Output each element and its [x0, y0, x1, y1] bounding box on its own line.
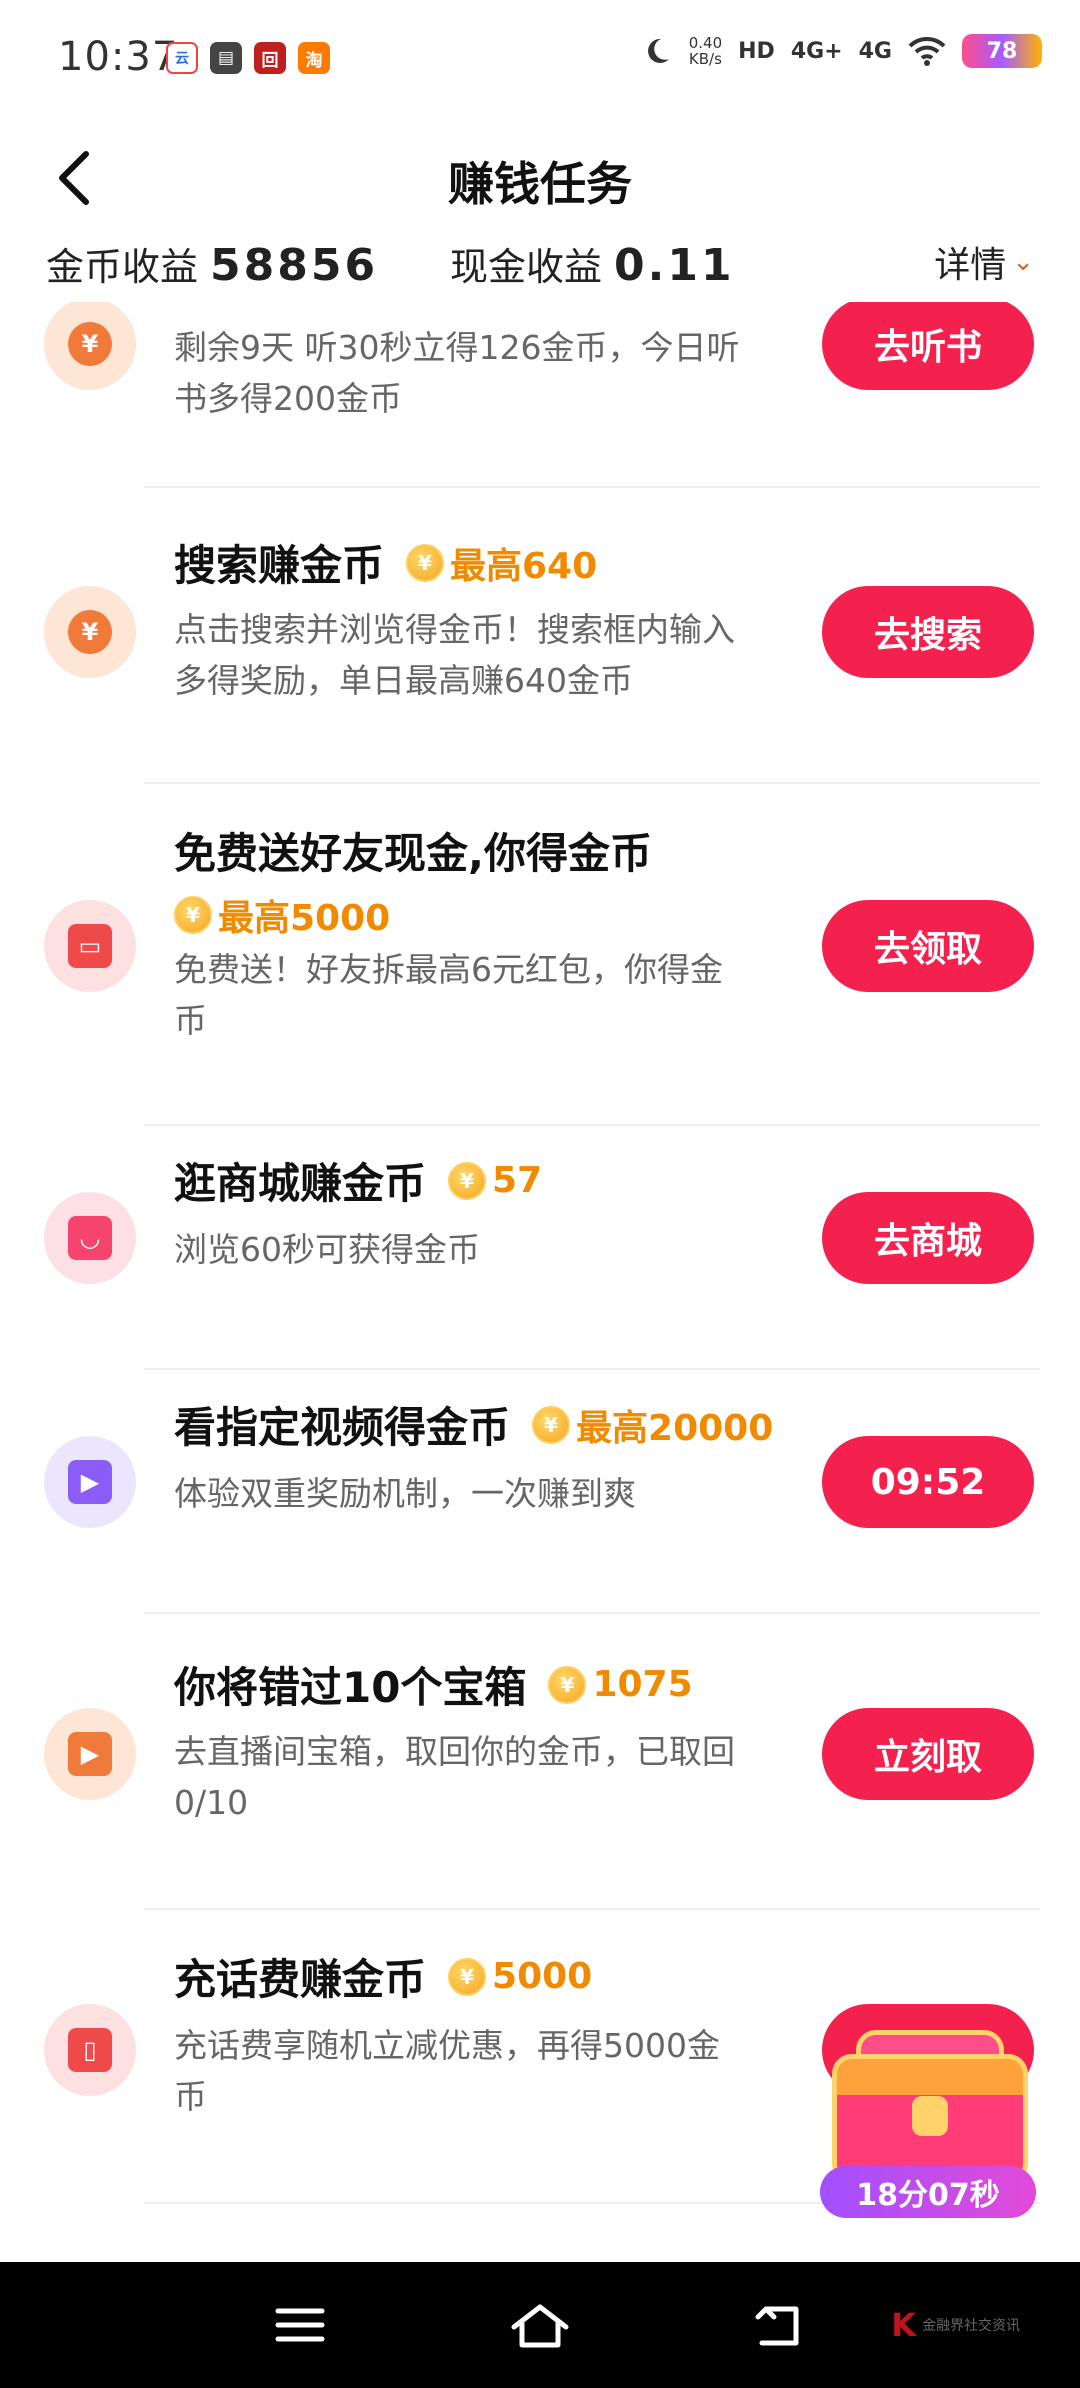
watermark: K 金融界社交资讯 — [891, 2306, 1020, 2344]
gold-coin-icon: ¥ — [174, 896, 212, 934]
claim-button[interactable]: 去领取 — [822, 900, 1034, 992]
divider — [144, 1368, 1040, 1370]
hd-icon: HD — [738, 38, 775, 64]
task-title: 充话费赚金币 — [174, 1955, 427, 2004]
reward-badge: ¥ 最高640 — [406, 537, 597, 589]
task-title: 搜索赚金币 — [174, 541, 385, 590]
wifi-icon — [908, 36, 946, 66]
cash-earnings-value: 0.11 — [614, 240, 735, 291]
divider — [144, 486, 1040, 488]
task-title: 免费送好友现金,你得金币 — [174, 829, 652, 878]
reward-badge: ¥ 最高5000 — [174, 889, 390, 941]
coin-earnings-value: 58856 — [210, 240, 379, 291]
task-title: 看指定视频得金币 — [174, 1403, 511, 1452]
coin-earnings: 金币收益 58856 — [46, 240, 379, 291]
home-icon — [511, 2304, 569, 2348]
status-time: 10:37 — [58, 34, 179, 80]
watermark-logo-icon: K — [891, 2306, 916, 2344]
divider — [144, 1612, 1040, 1614]
chevron-down-icon: ⌄ — [1012, 247, 1034, 277]
treasure-chest-widget[interactable]: 18分07秒 — [820, 2024, 1040, 2224]
back-arrow-icon — [755, 2306, 799, 2346]
menu-icon — [275, 2308, 325, 2342]
mall-button[interactable]: 去商城 — [822, 1192, 1034, 1284]
page-title: 赚钱任务 — [448, 157, 632, 211]
gold-coin-icon: ¥ — [548, 1665, 587, 1704]
red-envelope-icon: ▭ — [68, 924, 112, 968]
reward-badge: ¥ 最高20000 — [532, 1399, 773, 1451]
shopping-bag-icon: ◡ — [68, 1216, 112, 1260]
yuan-coin-icon: ¥ — [68, 322, 112, 366]
gold-coin-icon: ¥ — [532, 1405, 571, 1444]
chest-countdown: 18分07秒 — [820, 2166, 1036, 2218]
status-indicators: 0.40 KB/s HD 4G+ 4G 78 — [641, 34, 1042, 68]
search-button[interactable]: 去搜索 — [822, 586, 1034, 678]
divider — [144, 1124, 1040, 1126]
listen-book-button[interactable]: 去听书 — [822, 302, 1034, 390]
cash-earnings: 现金收益 0.11 — [450, 240, 735, 291]
reward-badge: ¥1075 — [548, 1664, 693, 1705]
reward-badge: ¥57 — [448, 1160, 542, 1201]
back-nav-button[interactable] — [740, 2292, 820, 2358]
card-app-icon: ▤ — [210, 42, 242, 74]
video-countdown-button[interactable]: 09:52 — [822, 1436, 1034, 1528]
battery-icon: 78 — [962, 34, 1042, 68]
network-speed: 0.40 KB/s — [688, 34, 723, 68]
taobao-app-icon: 淘 — [298, 42, 330, 74]
divider — [144, 782, 1040, 784]
yuan-coin-icon: ¥ — [68, 610, 112, 654]
divider — [144, 1908, 1040, 1910]
signal-4g-icon: 4G — [858, 38, 892, 64]
gold-coin-icon: ¥ — [448, 1957, 487, 1996]
signal-4g-plus-icon: 4G+ — [790, 38, 843, 64]
task-list[interactable]: ¥ 剩余9天 听30秒立得126金币，今日听 书多得200金币 去听书 ¥ 搜索… — [0, 302, 1080, 2262]
system-nav-bar: K 金融界社交资讯 — [0, 2262, 1080, 2388]
video-icon: ▶ — [68, 1460, 112, 1504]
task-title: 你将错过10个宝箱 — [174, 1663, 527, 1712]
collect-now-button[interactable]: 立刻取 — [822, 1708, 1034, 1800]
lock-icon — [912, 2096, 948, 2136]
status-bar: 10:37 云 ▤ 回 淘 0.40 KB/s HD 4G+ 4G 78 — [0, 0, 1080, 118]
task-title: 逛商城赚金币 — [174, 1159, 427, 1208]
phone-icon: ▯ — [68, 2028, 112, 2072]
details-link[interactable]: 详情 ⌄ — [934, 236, 1034, 288]
moon-icon — [647, 38, 669, 63]
reward-badge: ¥5000 — [448, 1956, 592, 1997]
header: 赚钱任务 — [0, 118, 1080, 238]
notification-icons: 云 ▤ 回 淘 — [166, 42, 330, 74]
tv-live-icon: ▶ — [68, 1732, 112, 1776]
bank-app-icon: 回 — [254, 42, 286, 74]
cloud-app-icon: 云 — [166, 42, 198, 74]
home-button[interactable] — [500, 2292, 580, 2358]
menu-button[interactable] — [260, 2292, 340, 2358]
gold-coin-icon: ¥ — [406, 543, 445, 582]
earnings-summary: 金币收益 58856 现金收益 0.11 详情 ⌄ — [0, 228, 1080, 302]
task-icon-bg: ¥ — [44, 302, 136, 390]
gold-coin-icon: ¥ — [448, 1161, 487, 1200]
